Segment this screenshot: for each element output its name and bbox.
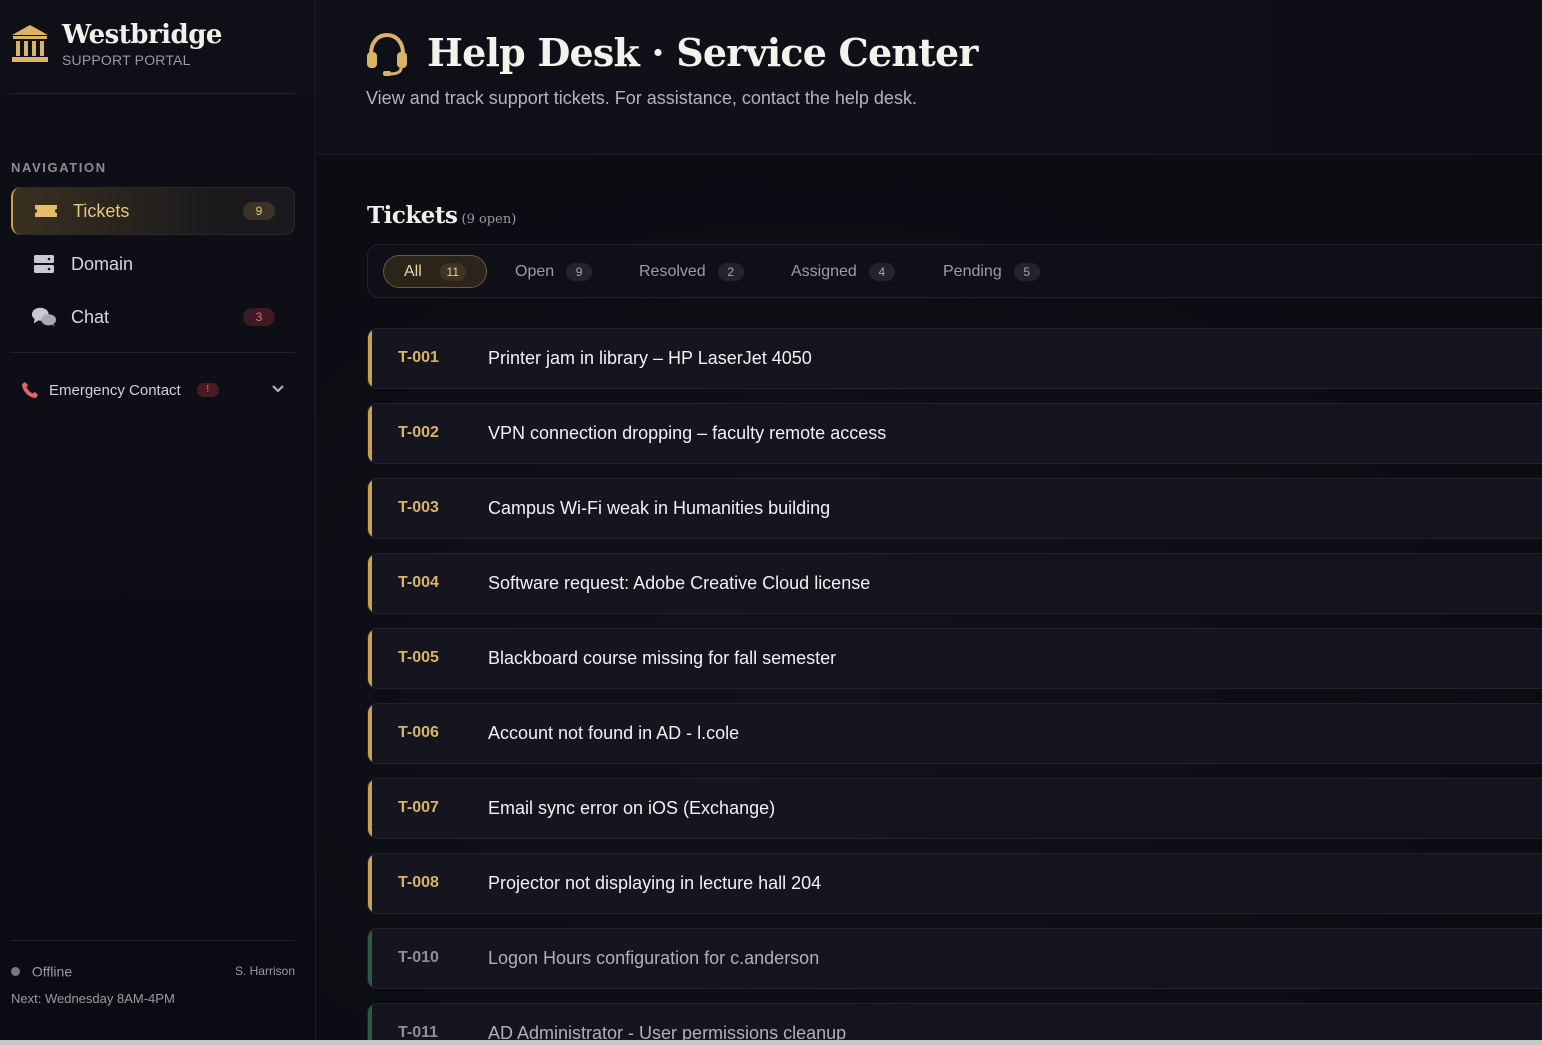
ticket-title: Email sync error on iOS (Exchange) bbox=[488, 798, 776, 818]
sidebar-item-chat[interactable]: Chat 3 bbox=[11, 293, 295, 341]
brand-subtitle: SUPPORT PORTAL bbox=[62, 52, 191, 68]
brand-name: Westbridge bbox=[62, 20, 222, 50]
ticket-title: Printer jam in library – HP LaserJet 405… bbox=[488, 348, 812, 368]
ticket-id: T-006 bbox=[398, 724, 439, 741]
ticket-row[interactable]: T-007 Email sync error on iOS (Exchange) bbox=[367, 778, 1542, 839]
nav-section-title: NAVIGATION bbox=[11, 160, 107, 175]
section-title: Tickets (9 open) bbox=[367, 202, 516, 229]
ticket-title: VPN connection dropping – faculty remote… bbox=[488, 423, 887, 443]
ticket-row[interactable]: T-003 Campus Wi-Fi weak in Humanities bu… bbox=[367, 478, 1542, 539]
open-count: (9 open) bbox=[461, 212, 517, 227]
page-title: Help Desk · Service Center bbox=[427, 30, 978, 75]
institution-icon bbox=[12, 25, 48, 62]
status-row: Offline S. Harrison bbox=[11, 962, 295, 979]
filter-label: Assigned bbox=[791, 262, 857, 280]
filter-tab-resolved[interactable]: Resolved 2 bbox=[639, 255, 744, 288]
ticket-id: T-008 bbox=[398, 874, 439, 891]
ticket-id: T-004 bbox=[398, 574, 439, 591]
ticket-icon bbox=[33, 198, 59, 224]
filter-tabs: All 11 Open 9 Resolved 2 Assigned 4 Pend… bbox=[367, 244, 1542, 298]
filter-label: All bbox=[404, 262, 422, 280]
sidebar-divider bbox=[10, 93, 295, 94]
sidebar-item-label: Tickets bbox=[73, 200, 130, 221]
ticket-title: Software request: Adobe Creative Cloud l… bbox=[488, 573, 871, 593]
ticket-row[interactable]: T-008 Projector not displaying in lectur… bbox=[367, 853, 1542, 914]
headset-icon bbox=[367, 32, 407, 76]
ticket-id: T-007 bbox=[398, 799, 439, 816]
ticket-title: Projector not displaying in lecture hall… bbox=[488, 873, 822, 893]
ticket-row[interactable]: T-006 Account not found in AD - l.cole bbox=[367, 703, 1542, 764]
filter-tab-pending[interactable]: Pending 5 bbox=[943, 255, 1040, 288]
chat-bubbles-icon bbox=[31, 304, 57, 330]
main-area: Help Desk · Service Center View and trac… bbox=[317, 0, 1542, 1045]
filter-tab-open[interactable]: Open 9 bbox=[515, 255, 593, 288]
sidebar-item-label: Domain bbox=[71, 253, 134, 274]
ticket-id: T-002 bbox=[398, 424, 439, 441]
ticket-id: T-003 bbox=[398, 499, 439, 516]
filter-count: 4 bbox=[868, 262, 895, 281]
status-text: Offline bbox=[31, 963, 73, 980]
sidebar: Westbridge SUPPORT PORTAL NAVIGATION Tic… bbox=[0, 0, 316, 1040]
ticket-row[interactable]: T-004 Software request: Adobe Creative C… bbox=[367, 553, 1542, 614]
ticket-row[interactable]: T-001 Printer jam in library – HP LaserJ… bbox=[367, 328, 1542, 389]
sidebar-divider bbox=[10, 352, 295, 353]
filter-tab-assigned[interactable]: Assigned 4 bbox=[791, 255, 895, 288]
filter-label: Pending bbox=[943, 262, 1002, 280]
page-header: Help Desk · Service Center View and trac… bbox=[317, 0, 1542, 155]
page-subtitle: View and track support tickets. For assi… bbox=[366, 88, 917, 108]
ticket-id: T-010 bbox=[398, 949, 439, 966]
tickets-section: Tickets (9 open) All 11 Open 9 Resolved 2… bbox=[317, 156, 1542, 1045]
ticket-row[interactable]: T-011 AD Administrator - User permission… bbox=[367, 1003, 1542, 1045]
sidebar-item-tickets[interactable]: Tickets 9 bbox=[11, 187, 295, 235]
phone-icon bbox=[22, 382, 38, 398]
emergency-contact-toggle[interactable]: Emergency Contact ! bbox=[11, 370, 295, 410]
filter-count: 11 bbox=[439, 262, 466, 281]
filter-tab-all[interactable]: All 11 bbox=[383, 255, 487, 288]
emergency-contact-label: Emergency Contact bbox=[49, 381, 181, 399]
filter-label: Resolved bbox=[639, 262, 706, 280]
sidebar-divider bbox=[10, 940, 295, 941]
status-dot-icon bbox=[11, 966, 20, 976]
ticket-title: Account not found in AD - l.cole bbox=[488, 723, 740, 743]
sidebar-item-label: Chat bbox=[71, 306, 110, 327]
brand[interactable]: Westbridge SUPPORT PORTAL bbox=[10, 20, 222, 68]
ticket-title: Blackboard course missing for fall semes… bbox=[488, 648, 837, 668]
ticket-title: Campus Wi-Fi weak in Humanities building bbox=[488, 498, 831, 518]
ticket-id: T-005 bbox=[398, 649, 439, 666]
tickets-count-badge: 9 bbox=[243, 202, 275, 220]
filter-count: 9 bbox=[566, 262, 593, 281]
filter-count: 5 bbox=[1013, 262, 1040, 281]
chevron-down-icon[interactable] bbox=[271, 382, 285, 396]
tickets-heading: Tickets bbox=[367, 202, 458, 229]
ticket-row[interactable]: T-005 Blackboard course missing for fall… bbox=[367, 628, 1542, 689]
filter-count: 2 bbox=[717, 262, 744, 281]
ticket-row[interactable]: T-002 VPN connection dropping – faculty … bbox=[367, 403, 1542, 464]
server-icon bbox=[31, 251, 57, 277]
sidebar-item-domain[interactable]: Domain bbox=[11, 240, 295, 288]
ticket-id: T-001 bbox=[398, 349, 439, 366]
window-bottom-edge bbox=[0, 1040, 1542, 1045]
next-availability: Next: Wednesday 8AM-4PM bbox=[11, 991, 175, 1006]
ticket-row[interactable]: T-010 Logon Hours configuration for c.an… bbox=[367, 928, 1542, 989]
filter-label: Open bbox=[515, 262, 555, 280]
ticket-title: Logon Hours configuration for c.anderson bbox=[488, 948, 820, 968]
status-user: S. Harrison bbox=[234, 964, 295, 978]
chat-count-badge: 3 bbox=[243, 308, 275, 326]
emergency-alert-badge: ! bbox=[196, 383, 219, 397]
